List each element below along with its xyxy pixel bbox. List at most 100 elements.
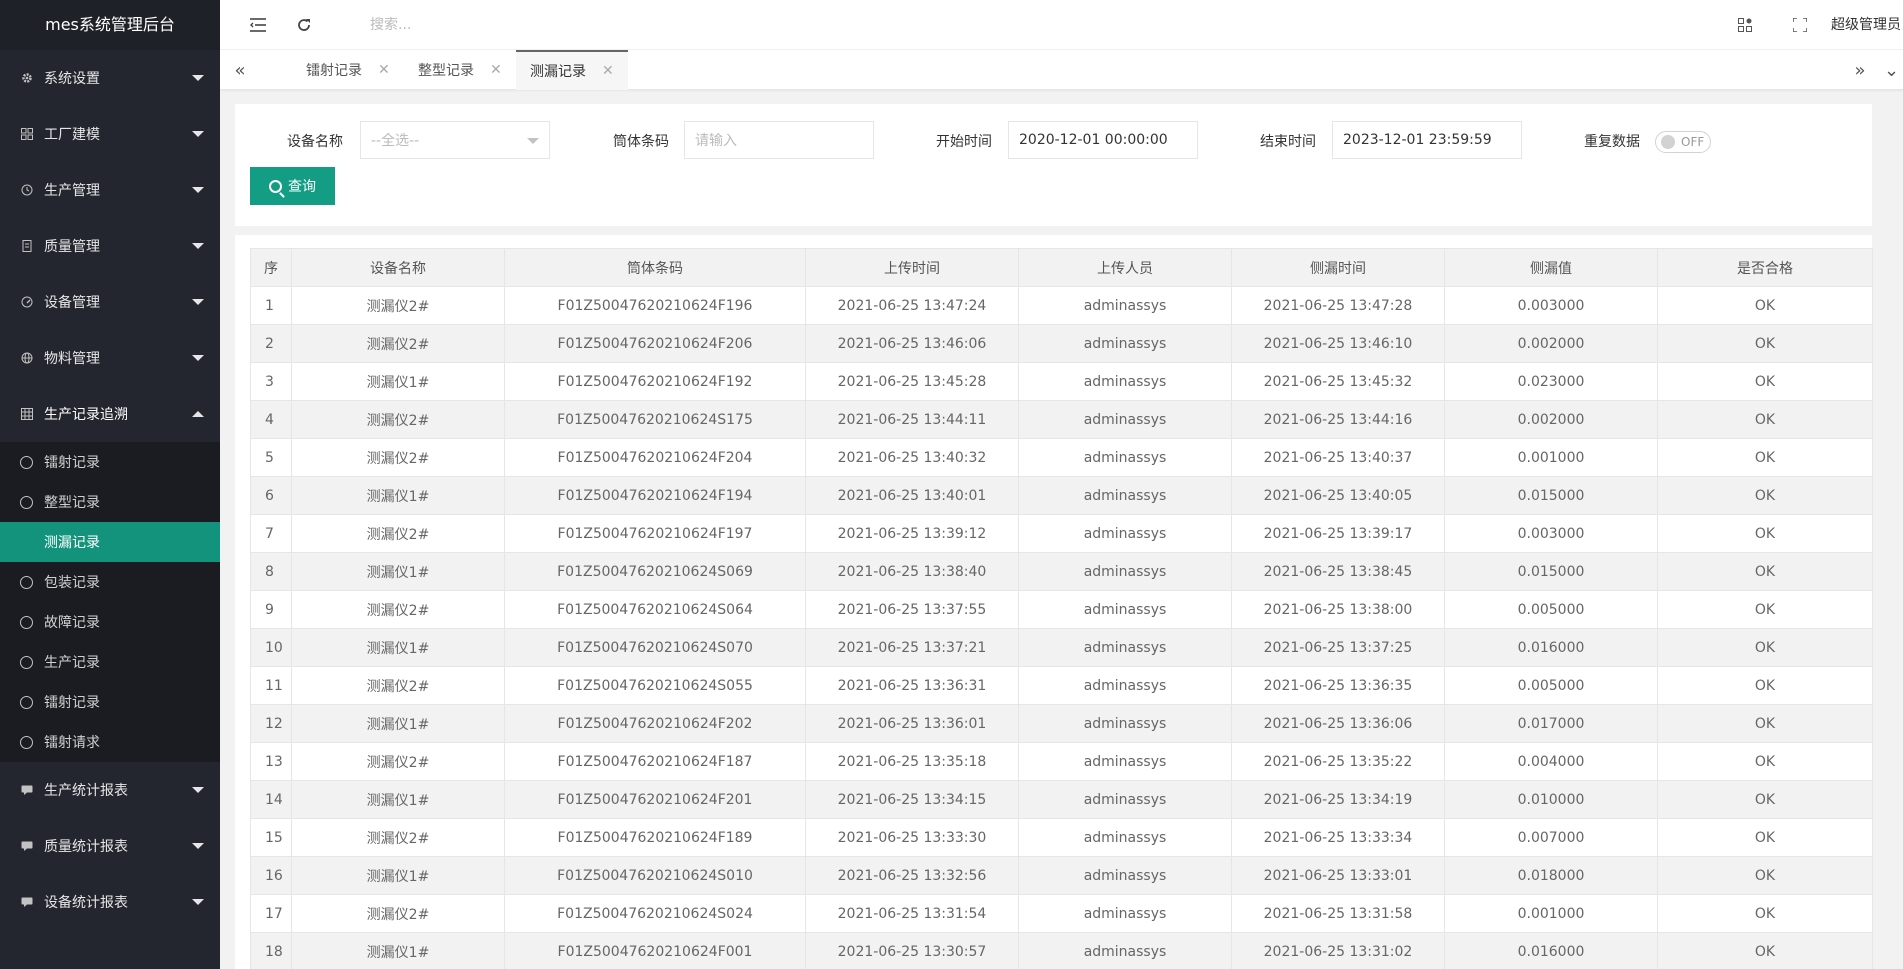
start-time-label: 开始时间 xyxy=(936,134,992,150)
table-cell: 0.016000 xyxy=(1444,932,1658,969)
search-input[interactable] xyxy=(370,13,670,37)
fullscreen-icon[interactable] xyxy=(1780,0,1820,50)
table-cell: 2021-06-25 13:46:06 xyxy=(805,324,1019,363)
table-cell: OK xyxy=(1657,818,1873,857)
sidebar-group[interactable]: 系统设置 xyxy=(0,50,220,106)
table-row[interactable]: 16 测漏仪1# F01Z50047620210624S010 2021-06-25 … xyxy=(250,856,1873,895)
table-cell: adminassys xyxy=(1018,628,1232,667)
tabs-dropdown-icon[interactable]: ⌄ xyxy=(1880,50,1903,90)
sidebar-sub-item[interactable]: 故障记录 xyxy=(0,602,220,642)
barcode-placeholder: 请输入 xyxy=(695,133,737,149)
table-cell: F01Z50047620210624S064 xyxy=(504,590,806,629)
user-menu[interactable]: 超级管理员 xyxy=(1831,0,1903,50)
table-row[interactable]: 4 测漏仪2# F01Z50047620210624S175 2021-06-25 1… xyxy=(250,400,1873,439)
sidebar-sub-item[interactable]: 测漏记录 xyxy=(0,522,220,562)
table-cell: 测漏仪2# xyxy=(291,590,505,629)
menu-toggle-icon[interactable] xyxy=(238,0,278,50)
close-icon[interactable]: ✕ xyxy=(490,62,502,78)
table-cell: F01Z50047620210624S069 xyxy=(504,552,806,591)
query-button[interactable]: 查询 xyxy=(250,167,335,205)
table-row[interactable]: 18 测漏仪1# F01Z50047620210624F001 2021-06-25 … xyxy=(250,932,1873,969)
barcode-input[interactable]: 请输入 xyxy=(684,121,874,159)
sidebar-sub-item[interactable]: 包装记录 xyxy=(0,562,220,602)
sidebar-group[interactable]: 工厂建模 xyxy=(0,106,220,162)
column-header: 设备名称 xyxy=(291,248,505,287)
column-header: 序 xyxy=(250,248,292,287)
sidebar-group[interactable]: 设备统计报表 xyxy=(0,874,220,930)
close-icon[interactable]: ✕ xyxy=(602,63,614,79)
sidebar-group-label: 工厂建模 xyxy=(44,127,100,143)
table-row[interactable]: 7 测漏仪2# F01Z50047620210624F197 2021-06-25 1… xyxy=(250,514,1873,553)
table-cell: F01Z50047620210624F202 xyxy=(504,704,806,743)
table-row[interactable]: 14 测漏仪1# F01Z50047620210624F201 2021-06-25 … xyxy=(250,780,1873,819)
device-name-select[interactable]: --全选-- xyxy=(360,121,550,159)
table-row[interactable]: 8 测漏仪1# F01Z50047620210624S069 2021-06-25 1… xyxy=(250,552,1873,591)
start-time-input[interactable]: 2020-12-01 00:00:00 xyxy=(1008,121,1198,159)
table-cell: OK xyxy=(1657,932,1873,969)
refresh-icon[interactable] xyxy=(284,0,324,50)
tab-leak-test-record[interactable]: 测漏记录 ✕ xyxy=(516,50,628,90)
sidebar-group[interactable]: 生产统计报表 xyxy=(0,762,220,818)
circle-icon xyxy=(20,495,33,509)
search-icon xyxy=(269,179,282,193)
table-cell: 2021-06-25 13:36:31 xyxy=(805,666,1019,705)
tab-label: 镭射记录 xyxy=(306,63,362,79)
tabs-scroll-right-icon[interactable]: » xyxy=(1840,50,1880,90)
table-cell: F01Z50047620210624F204 xyxy=(504,438,806,477)
table-row[interactable]: 9 测漏仪2# F01Z50047620210624S064 2021-06-25 1… xyxy=(250,590,1873,629)
table-cell: 2021-06-25 13:33:30 xyxy=(805,818,1019,857)
table-cell: OK xyxy=(1657,400,1873,439)
table-row[interactable]: 12 测漏仪1# F01Z50047620210624F202 2021-06-25 … xyxy=(250,704,1873,743)
table-cell: 0.018000 xyxy=(1444,856,1658,895)
table-cell: 0.023000 xyxy=(1444,362,1658,401)
sidebar-group-production-trace[interactable]: 生产记录追溯 xyxy=(0,386,220,442)
table-cell: F01Z50047620210624F196 xyxy=(504,286,806,325)
tab-shaping-record[interactable]: 整型记录 ✕ xyxy=(404,50,516,90)
close-icon[interactable]: ✕ xyxy=(378,62,390,78)
tab-laser-record[interactable]: 镭射记录 ✕ xyxy=(292,50,404,90)
sidebar-sub-item[interactable]: 镭射记录 xyxy=(0,682,220,722)
sidebar-group[interactable]: 生产管理 xyxy=(0,162,220,218)
table-row[interactable]: 11 测漏仪2# F01Z50047620210624S055 2021-06-25 … xyxy=(250,666,1873,705)
table-row[interactable]: 2 测漏仪2# F01Z50047620210624F206 2021-06-25 1… xyxy=(250,324,1873,363)
table-cell: adminassys xyxy=(1018,856,1232,895)
column-header: 上传人员 xyxy=(1018,248,1232,287)
end-time-input[interactable]: 2023-12-01 23:59:59 xyxy=(1332,121,1522,159)
table-row[interactable]: 1 测漏仪2# F01Z50047620210624F196 2021-06-25 1… xyxy=(250,286,1873,325)
tab-label: 测漏记录 xyxy=(530,64,586,80)
duplicate-data-toggle[interactable]: OFF xyxy=(1655,131,1711,153)
table-row[interactable]: 10 测漏仪1# F01Z50047620210624S070 2021-06-25 … xyxy=(250,628,1873,667)
sidebar-sub-item[interactable]: 镭射请求 xyxy=(0,722,220,762)
table-row[interactable]: 17 测漏仪2# F01Z50047620210624S024 2021-06-25 … xyxy=(250,894,1873,933)
table-cell: F01Z50047620210624S024 xyxy=(504,894,806,933)
sidebar-group-label: 物料管理 xyxy=(44,351,100,367)
sidebar-group[interactable]: 质量统计报表 xyxy=(0,818,220,874)
table-cell: 2021-06-25 13:39:12 xyxy=(805,514,1019,553)
table-cell: 1 xyxy=(250,286,292,325)
table-cell: F01Z50047620210624F189 xyxy=(504,818,806,857)
gear-icon xyxy=(20,71,34,85)
table-row[interactable]: 5 测漏仪2# F01Z50047620210624F204 2021-06-25 1… xyxy=(250,438,1873,477)
table-cell: OK xyxy=(1657,894,1873,933)
sidebar-group[interactable]: 质量管理 xyxy=(0,218,220,274)
tabs-scroll-left-icon[interactable]: « xyxy=(220,50,260,90)
table-row[interactable]: 13 测漏仪2# F01Z50047620210624F187 2021-06-25 … xyxy=(250,742,1873,781)
table-row[interactable]: 3 测漏仪1# F01Z50047620210624F192 2021-06-25 1… xyxy=(250,362,1873,401)
table-cell: 测漏仪1# xyxy=(291,362,505,401)
sidebar-sub-item[interactable]: 镭射记录 xyxy=(0,442,220,482)
table-cell: 2021-06-25 13:31:58 xyxy=(1231,894,1445,933)
theme-icon[interactable] xyxy=(1725,0,1765,50)
table-cell: 18 xyxy=(250,932,292,969)
table-cell: F01Z50047620210624S010 xyxy=(504,856,806,895)
sidebar-sub-item[interactable]: 整型记录 xyxy=(0,482,220,522)
table-panel: 序设备名称 筒体条码 上传时间 上传人员 侧漏时间 侧漏值 是否合格 1 测漏仪2# F01Z5… xyxy=(235,235,1873,969)
sidebar-sub-item[interactable]: 生产记录 xyxy=(0,642,220,682)
table-row[interactable]: 15 测漏仪2# F01Z50047620210624F189 2021-06-25 … xyxy=(250,818,1873,857)
sidebar-group[interactable]: 物料管理 xyxy=(0,330,220,386)
table-row[interactable]: 6 测漏仪1# F01Z50047620210624F194 2021-06-25 1… xyxy=(250,476,1873,515)
sidebar-group[interactable]: 设备管理 xyxy=(0,274,220,330)
table-cell: adminassys xyxy=(1018,438,1232,477)
column-header: 上传时间 xyxy=(805,248,1019,287)
device-name-value: --全选-- xyxy=(371,133,420,149)
start-time-value: 2020-12-01 00:00:00 xyxy=(1019,132,1168,148)
